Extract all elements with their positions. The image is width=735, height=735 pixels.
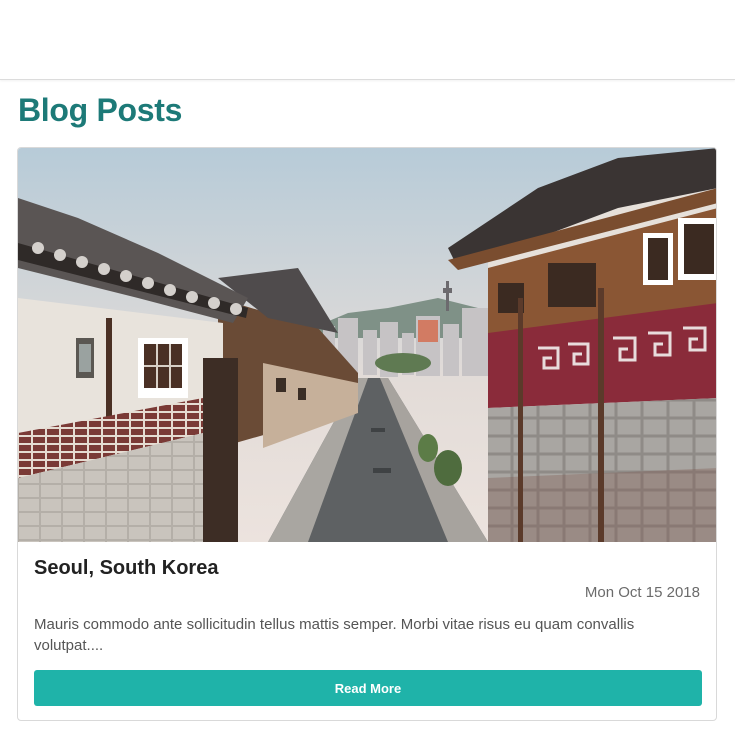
blog-post-card: Seoul, South Korea Mon Oct 15 2018 Mauri… [17, 147, 717, 721]
post-excerpt: Mauris commodo ante sollicitudin tellus … [34, 616, 635, 654]
post-cover-image[interactable] [18, 148, 717, 542]
post-date: Mon Oct 15 2018 [584, 584, 700, 601]
page-title: Blog Posts [18, 92, 183, 128]
read-more-button[interactable]: Read More [34, 670, 702, 706]
post-title: Seoul, South Korea [34, 557, 219, 579]
top-navigation-bar [0, 0, 735, 80]
